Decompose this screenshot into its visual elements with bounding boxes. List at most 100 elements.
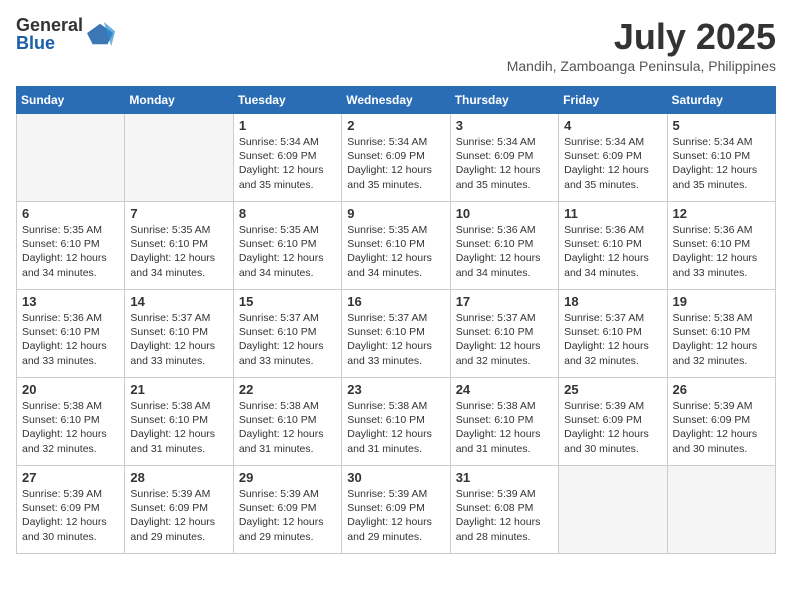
day-info: Sunrise: 5:39 AM Sunset: 6:08 PM Dayligh… [456, 487, 553, 544]
day-info: Sunrise: 5:38 AM Sunset: 6:10 PM Dayligh… [456, 399, 553, 456]
day-number: 2 [347, 118, 444, 133]
calendar-day-cell [125, 114, 233, 202]
day-number: 9 [347, 206, 444, 221]
day-info: Sunrise: 5:38 AM Sunset: 6:10 PM Dayligh… [673, 311, 770, 368]
day-number: 18 [564, 294, 661, 309]
day-info: Sunrise: 5:39 AM Sunset: 6:09 PM Dayligh… [239, 487, 336, 544]
day-number: 13 [22, 294, 119, 309]
logo-blue: Blue [16, 34, 83, 52]
day-number: 12 [673, 206, 770, 221]
calendar-day-cell: 13 Sunrise: 5:36 AM Sunset: 6:10 PM Dayli… [17, 290, 125, 378]
day-info: Sunrise: 5:37 AM Sunset: 6:10 PM Dayligh… [456, 311, 553, 368]
calendar-day-cell: 6 Sunrise: 5:35 AM Sunset: 6:10 PM Daylig… [17, 202, 125, 290]
day-number: 29 [239, 470, 336, 485]
calendar-day-cell: 20 Sunrise: 5:38 AM Sunset: 6:10 PM Dayli… [17, 378, 125, 466]
day-info: Sunrise: 5:39 AM Sunset: 6:09 PM Dayligh… [22, 487, 119, 544]
day-number: 26 [673, 382, 770, 397]
day-number: 27 [22, 470, 119, 485]
weekday-header-sunday: Sunday [17, 87, 125, 114]
calendar-day-cell: 21 Sunrise: 5:38 AM Sunset: 6:10 PM Dayli… [125, 378, 233, 466]
calendar-day-cell: 8 Sunrise: 5:35 AM Sunset: 6:10 PM Daylig… [233, 202, 341, 290]
day-info: Sunrise: 5:34 AM Sunset: 6:09 PM Dayligh… [347, 135, 444, 192]
calendar-day-cell: 19 Sunrise: 5:38 AM Sunset: 6:10 PM Dayli… [667, 290, 775, 378]
calendar-table: SundayMondayTuesdayWednesdayThursdayFrid… [16, 86, 776, 554]
calendar-day-cell: 10 Sunrise: 5:36 AM Sunset: 6:10 PM Dayli… [450, 202, 558, 290]
calendar-day-cell: 16Sunrise: 5:37 AM Sunset: 6:10 PM Dayli… [342, 290, 450, 378]
calendar-day-cell: 27 Sunrise: 5:39 AM Sunset: 6:09 PM Dayli… [17, 466, 125, 554]
day-number: 20 [22, 382, 119, 397]
day-number: 10 [456, 206, 553, 221]
day-info: Sunrise: 5:35 AM Sunset: 6:10 PM Dayligh… [22, 223, 119, 280]
day-number: 5 [673, 118, 770, 133]
calendar-day-cell: 25 Sunrise: 5:39 AM Sunset: 6:09 PM Dayli… [559, 378, 667, 466]
logo: General Blue [16, 16, 115, 52]
title-block: July 2025 Mandih, Zamboanga Peninsula, P… [507, 16, 776, 74]
calendar-day-cell: 24 Sunrise: 5:38 AM Sunset: 6:10 PM Dayli… [450, 378, 558, 466]
day-number: 21 [130, 382, 227, 397]
day-number: 15 [239, 294, 336, 309]
weekday-header-monday: Monday [125, 87, 233, 114]
weekday-header-row: SundayMondayTuesdayWednesdayThursdayFrid… [17, 87, 776, 114]
day-info: Sunrise: 5:38 AM Sunset: 6:10 PM Dayligh… [130, 399, 227, 456]
day-info: Sunrise: 5:35 AM Sunset: 6:10 PM Dayligh… [239, 223, 336, 280]
day-info: Sunrise: 5:38 AM Sunset: 6:10 PM Dayligh… [347, 399, 444, 456]
day-info: Sunrise: 5:39 AM Sunset: 6:09 PM Dayligh… [130, 487, 227, 544]
calendar-week-4: 20 Sunrise: 5:38 AM Sunset: 6:10 PM Dayli… [17, 378, 776, 466]
calendar-day-cell: 29 Sunrise: 5:39 AM Sunset: 6:09 PM Dayli… [233, 466, 341, 554]
calendar-day-cell: 23 Sunrise: 5:38 AM Sunset: 6:10 PM Dayli… [342, 378, 450, 466]
calendar-day-cell: 26 Sunrise: 5:39 AM Sunset: 6:09 PM Dayli… [667, 378, 775, 466]
calendar-day-cell: 4 Sunrise: 5:34 AM Sunset: 6:09 PM Daylig… [559, 114, 667, 202]
weekday-header-wednesday: Wednesday [342, 87, 450, 114]
day-info: Sunrise: 5:36 AM Sunset: 6:10 PM Dayligh… [22, 311, 119, 368]
day-info: Sunrise: 5:35 AM Sunset: 6:10 PM Dayligh… [130, 223, 227, 280]
day-info: Sunrise: 5:36 AM Sunset: 6:10 PM Dayligh… [456, 223, 553, 280]
calendar-week-2: 6 Sunrise: 5:35 AM Sunset: 6:10 PM Daylig… [17, 202, 776, 290]
logo-icon [87, 20, 115, 48]
day-number: 14 [130, 294, 227, 309]
day-info: Sunrise: 5:37 AM Sunset: 6:10 PM Dayligh… [130, 311, 227, 368]
calendar-week-5: 27 Sunrise: 5:39 AM Sunset: 6:09 PM Dayli… [17, 466, 776, 554]
day-info: Sunrise: 5:34 AM Sunset: 6:09 PM Dayligh… [456, 135, 553, 192]
day-info: Sunrise: 5:37 AM Sunset: 6:10 PM Dayligh… [347, 311, 444, 368]
day-info: Sunrise: 5:38 AM Sunset: 6:10 PM Dayligh… [22, 399, 119, 456]
day-info: Sunrise: 5:37 AM Sunset: 6:10 PM Dayligh… [564, 311, 661, 368]
calendar-day-cell: 18 Sunrise: 5:37 AM Sunset: 6:10 PM Dayli… [559, 290, 667, 378]
day-number: 1 [239, 118, 336, 133]
day-number: 31 [456, 470, 553, 485]
calendar-day-cell: 2 Sunrise: 5:34 AM Sunset: 6:09 PM Daylig… [342, 114, 450, 202]
day-number: 4 [564, 118, 661, 133]
day-info: Sunrise: 5:36 AM Sunset: 6:10 PM Dayligh… [564, 223, 661, 280]
day-number: 24 [456, 382, 553, 397]
day-info: Sunrise: 5:34 AM Sunset: 6:10 PM Dayligh… [673, 135, 770, 192]
day-number: 6 [22, 206, 119, 221]
page-subtitle: Mandih, Zamboanga Peninsula, Philippines [507, 58, 776, 74]
weekday-header-friday: Friday [559, 87, 667, 114]
day-number: 28 [130, 470, 227, 485]
calendar-day-cell: 17 Sunrise: 5:37 AM Sunset: 6:10 PM Dayli… [450, 290, 558, 378]
calendar-day-cell: 28 Sunrise: 5:39 AM Sunset: 6:09 PM Dayli… [125, 466, 233, 554]
day-number: 7 [130, 206, 227, 221]
day-number: 17 [456, 294, 553, 309]
day-number: 8 [239, 206, 336, 221]
calendar-week-3: 13 Sunrise: 5:36 AM Sunset: 6:10 PM Dayli… [17, 290, 776, 378]
day-info: Sunrise: 5:39 AM Sunset: 6:09 PM Dayligh… [347, 487, 444, 544]
day-number: 30 [347, 470, 444, 485]
day-number: 19 [673, 294, 770, 309]
logo-general: General [16, 16, 83, 34]
day-info: Sunrise: 5:34 AM Sunset: 6:09 PM Dayligh… [564, 135, 661, 192]
calendar-day-cell: 30 Sunrise: 5:39 AM Sunset: 6:09 PM Dayli… [342, 466, 450, 554]
calendar-week-1: 1 Sunrise: 5:34 AM Sunset: 6:09 PM Daylig… [17, 114, 776, 202]
calendar-day-cell: 14 Sunrise: 5:37 AM Sunset: 6:10 PM Dayli… [125, 290, 233, 378]
day-number: 23 [347, 382, 444, 397]
day-number: 11 [564, 206, 661, 221]
day-info: Sunrise: 5:39 AM Sunset: 6:09 PM Dayligh… [564, 399, 661, 456]
calendar-day-cell [667, 466, 775, 554]
day-info: Sunrise: 5:38 AM Sunset: 6:10 PM Dayligh… [239, 399, 336, 456]
day-info: Sunrise: 5:39 AM Sunset: 6:09 PM Dayligh… [673, 399, 770, 456]
day-number: 25 [564, 382, 661, 397]
day-info: Sunrise: 5:36 AM Sunset: 6:10 PM Dayligh… [673, 223, 770, 280]
calendar-day-cell [17, 114, 125, 202]
calendar-day-cell: 7 Sunrise: 5:35 AM Sunset: 6:10 PM Daylig… [125, 202, 233, 290]
page-header: General Blue July 2025 Mandih, Zamboanga… [16, 16, 776, 74]
weekday-header-saturday: Saturday [667, 87, 775, 114]
